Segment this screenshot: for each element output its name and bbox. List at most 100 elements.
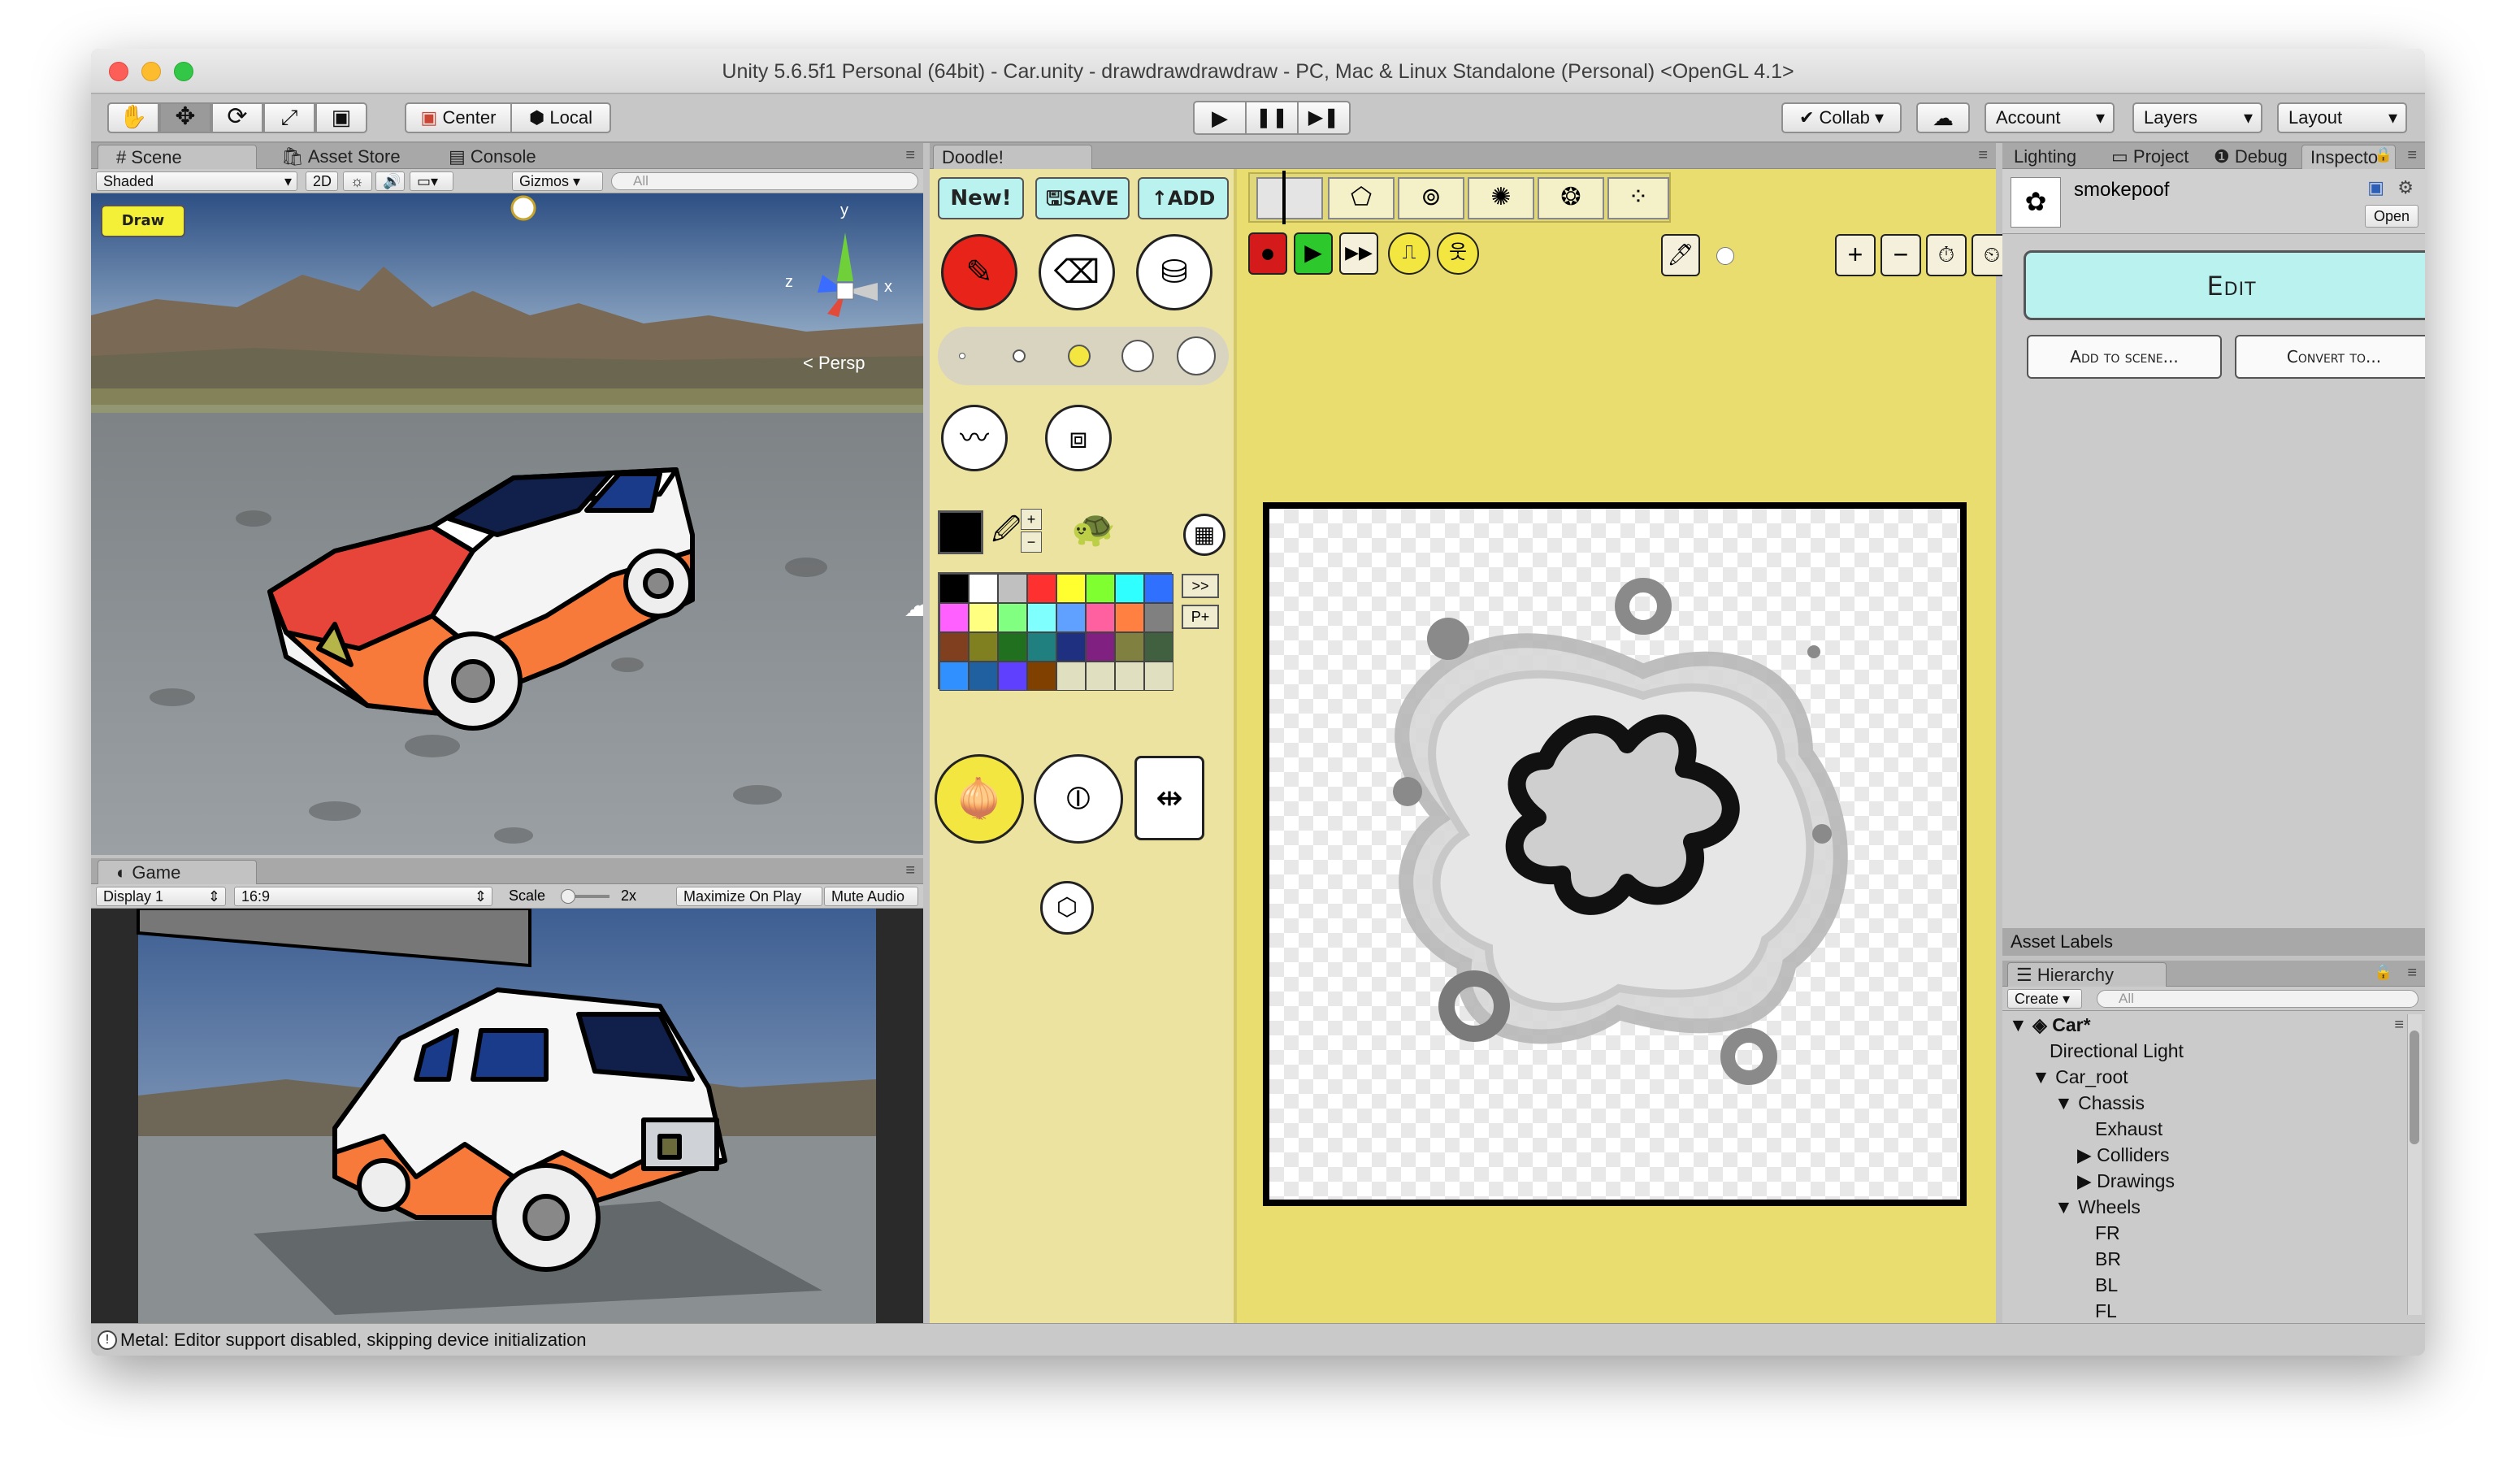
create-dropdown[interactable]: Create ▾ [2007, 989, 2082, 1009]
tab-game[interactable]: ◐ Game [98, 860, 257, 884]
aspect-dropdown[interactable]: 16:9 ⇕ [234, 887, 492, 906]
tab-hierarchy[interactable]: ☰ Hierarchy [2007, 962, 2167, 987]
frame-thumb-3[interactable]: ⊚ [1398, 177, 1464, 219]
palette-swatch[interactable] [1027, 603, 1056, 632]
palette-swatch[interactable] [1056, 632, 1086, 662]
palette-swatch[interactable] [1027, 574, 1056, 603]
close-window-button[interactable] [109, 62, 128, 81]
palette-swatch[interactable] [969, 632, 998, 662]
panel-menu-icon[interactable]: ≡ [2407, 146, 2417, 165]
hand-icon[interactable]: ✋ [107, 102, 159, 133]
palette-swatch[interactable] [1144, 632, 1173, 662]
play-animation-icon[interactable]: ▶ [1294, 232, 1333, 275]
list-item[interactable]: BR [2095, 1248, 2121, 1270]
frame-thumb-2[interactable]: ⬠ [1328, 177, 1395, 219]
scale-tool-icon[interactable]: ⤢ [263, 102, 315, 133]
game-viewport[interactable] [91, 909, 923, 1323]
account-dropdown[interactable]: Account ▾ [1985, 102, 2115, 133]
tab-asset-store[interactable]: 🛍 Asset Store [263, 145, 426, 169]
loop-icon[interactable]: ⎍ [1388, 232, 1430, 275]
flip-horizontal-icon[interactable]: ⇹ [1134, 756, 1204, 840]
fill-bucket-icon[interactable]: ⛁ [1136, 234, 1212, 310]
layout-dropdown[interactable]: Layout ▾ [2277, 102, 2407, 133]
frame-thumb-4[interactable]: ✺ [1468, 177, 1534, 219]
smooth-stroke-icon[interactable]: 〰 [941, 405, 1008, 471]
effects-dropdown-icon[interactable]: ▭▾ [410, 171, 453, 191]
mute-audio-toggle[interactable]: Mute Audio [824, 887, 918, 906]
display-dropdown[interactable]: Display 1 ⇕ [96, 887, 226, 906]
scene-viewport[interactable]: ☁ Draw y z x < Persp [91, 193, 923, 855]
scene-menu-icon[interactable]: ≡ [2394, 1016, 2404, 1035]
hierarchy-search-input[interactable]: All [2097, 990, 2418, 1008]
3d-cube-icon[interactable]: ⬡ [1040, 881, 1094, 935]
palette-swatch[interactable] [1115, 574, 1144, 603]
move-tool-icon[interactable]: ✥ [159, 102, 211, 133]
save-button[interactable]: 🖫SAVE [1035, 177, 1130, 219]
brush-size-3[interactable] [1068, 345, 1091, 367]
maximize-on-play-toggle[interactable]: Maximize On Play [676, 887, 822, 906]
scene-search-input[interactable]: All [611, 172, 918, 190]
tab-doodle[interactable]: Doodle! [933, 145, 1092, 169]
turtle-icon[interactable]: 🐢 [1071, 507, 1116, 549]
onion-skin-icon[interactable]: 🧅 [935, 754, 1024, 844]
palette-swatch[interactable] [969, 662, 998, 691]
list-item[interactable]: BL [2095, 1274, 2118, 1296]
tab-lighting[interactable]: Lighting [2002, 145, 2105, 169]
plus-icon[interactable]: + [1021, 509, 1042, 530]
help-icon[interactable]: ▣ [2367, 177, 2384, 198]
palette-swatch[interactable] [1086, 603, 1115, 632]
fast-forward-icon[interactable]: ▶▶ [1339, 232, 1378, 275]
list-item[interactable]: ▶ Colliders [2077, 1144, 2170, 1166]
collab-dropdown[interactable]: ✔ Collab ▾ [1781, 102, 1902, 133]
rect-tool-icon[interactable]: ▣ [315, 102, 367, 133]
minimize-window-button[interactable] [141, 62, 161, 81]
brush-size-2[interactable] [1013, 349, 1026, 362]
frame-thumb-5[interactable]: ❂ [1538, 177, 1604, 219]
2d-toggle[interactable]: 2D [306, 171, 338, 191]
add-to-scene-button[interactable]: Add to scene... [2027, 335, 2222, 379]
new-button[interactable]: New! [938, 177, 1024, 219]
playhead-marker[interactable] [1282, 171, 1286, 224]
character-icon[interactable]: 웃 [1437, 232, 1479, 275]
grid-toggle-icon[interactable]: ▦ [1183, 514, 1225, 556]
palette-swatch[interactable] [1086, 632, 1115, 662]
palette-swatch[interactable] [998, 662, 1027, 691]
palette-swatch[interactable] [939, 632, 969, 662]
frame-thumb-1[interactable] [1256, 177, 1323, 219]
palette-swatch[interactable] [969, 574, 998, 603]
palette-swatch[interactable] [1115, 603, 1144, 632]
panel-menu-icon[interactable]: ≡ [1978, 146, 1988, 165]
step-button[interactable]: ▶❚ [1297, 101, 1351, 135]
panel-menu-icon[interactable]: ≡ [2407, 964, 2417, 983]
scene-root-item[interactable]: ▼ ◈ Car* [2009, 1014, 2091, 1036]
open-button[interactable]: Open [2365, 205, 2418, 228]
palette-swatch[interactable] [939, 574, 969, 603]
brush-size-5[interactable] [1177, 336, 1216, 375]
list-item[interactable]: ▼ Wheels [2054, 1196, 2141, 1218]
pause-button[interactable]: ❚❚ [1245, 101, 1299, 135]
tab-project[interactable]: ▭ Project [2105, 145, 2207, 169]
list-item[interactable]: Exhaust [2095, 1118, 2162, 1140]
eyedropper-icon[interactable]: 🖉 [991, 510, 1021, 557]
palette-swatch[interactable] [1056, 574, 1086, 603]
current-color-swatch[interactable] [938, 510, 983, 554]
audio-toggle-icon[interactable]: 🔊 [375, 171, 405, 191]
list-item[interactable]: FL [2095, 1300, 2117, 1322]
pivot-center-toggle[interactable]: ▣ Center [405, 102, 512, 133]
list-item[interactable]: Directional Light [2050, 1040, 2184, 1062]
hierarchy-scrollbar[interactable] [2407, 1014, 2422, 1315]
palette-swatch[interactable] [998, 632, 1027, 662]
lock-icon[interactable]: 🔒 [2375, 964, 2392, 981]
draw-button[interactable]: Draw [101, 205, 185, 237]
add-button[interactable]: ↑ADD [1138, 177, 1229, 219]
shading-mode-dropdown[interactable]: Shaded ▾ [96, 171, 297, 191]
zoom-out-icon[interactable]: − [1880, 234, 1921, 276]
layers-dropdown[interactable]: Layers ▾ [2132, 102, 2262, 133]
drawing-canvas[interactable] [1263, 502, 1967, 1206]
gizmos-dropdown[interactable]: Gizmos ▾ [512, 171, 603, 191]
minus-icon[interactable]: − [1021, 532, 1042, 553]
list-item[interactable]: FR [2095, 1222, 2120, 1244]
edit-button[interactable]: Edit [2024, 250, 2425, 320]
record-icon[interactable]: ● [1248, 232, 1287, 275]
lock-icon[interactable]: 🔒 [2375, 146, 2392, 163]
